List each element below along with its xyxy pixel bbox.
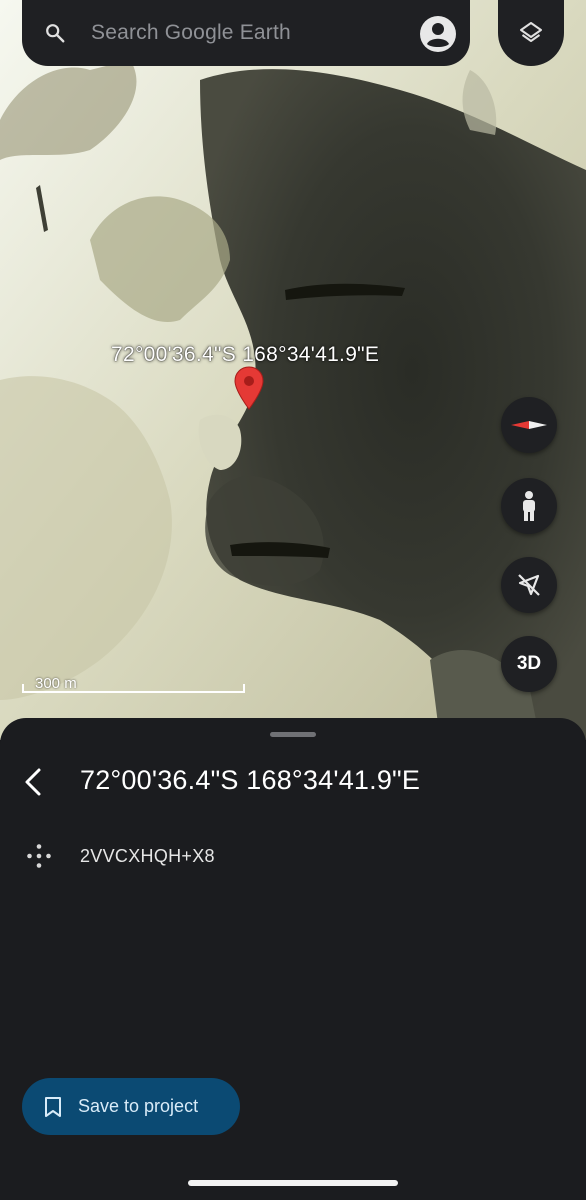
plus-code-text[interactable]: 2VVCXHQH+X8 (80, 846, 215, 867)
chevron-left-icon (25, 768, 41, 796)
my-location-button[interactable] (501, 557, 557, 613)
compass-icon (511, 421, 547, 429)
plus-code-icon (27, 844, 51, 868)
search-input[interactable]: Search Google Earth (91, 21, 291, 45)
satellite-imagery (0, 0, 586, 740)
drag-handle[interactable] (270, 732, 316, 737)
layers-icon (520, 22, 542, 42)
home-indicator[interactable] (188, 1180, 398, 1186)
save-button-label: Save to project (78, 1096, 199, 1116)
map-pin-icon[interactable] (234, 366, 264, 410)
bookmark-icon (45, 1096, 61, 1117)
3d-toggle-button[interactable]: 3D (501, 636, 557, 692)
pin-coordinate-label: 72°00'36.4"S 168°34'41.9"E (111, 343, 380, 366)
pegman-icon (523, 491, 535, 521)
location-off-icon (518, 574, 540, 596)
save-to-project-button[interactable]: Save to project (22, 1078, 240, 1135)
map-view[interactable]: 72°00'36.4"S 168°34'41.9"E 3D 300 m (0, 0, 586, 740)
street-view-button[interactable] (501, 478, 557, 534)
back-button[interactable] (18, 766, 48, 798)
compass-button[interactable] (501, 397, 557, 453)
account-circle-icon[interactable] (418, 14, 458, 54)
location-title: 72°00'36.4"S 168°34'41.9"E (80, 765, 421, 795)
scale-bar (22, 684, 245, 693)
layers-button[interactable] (498, 0, 564, 66)
search-icon[interactable] (44, 22, 66, 44)
